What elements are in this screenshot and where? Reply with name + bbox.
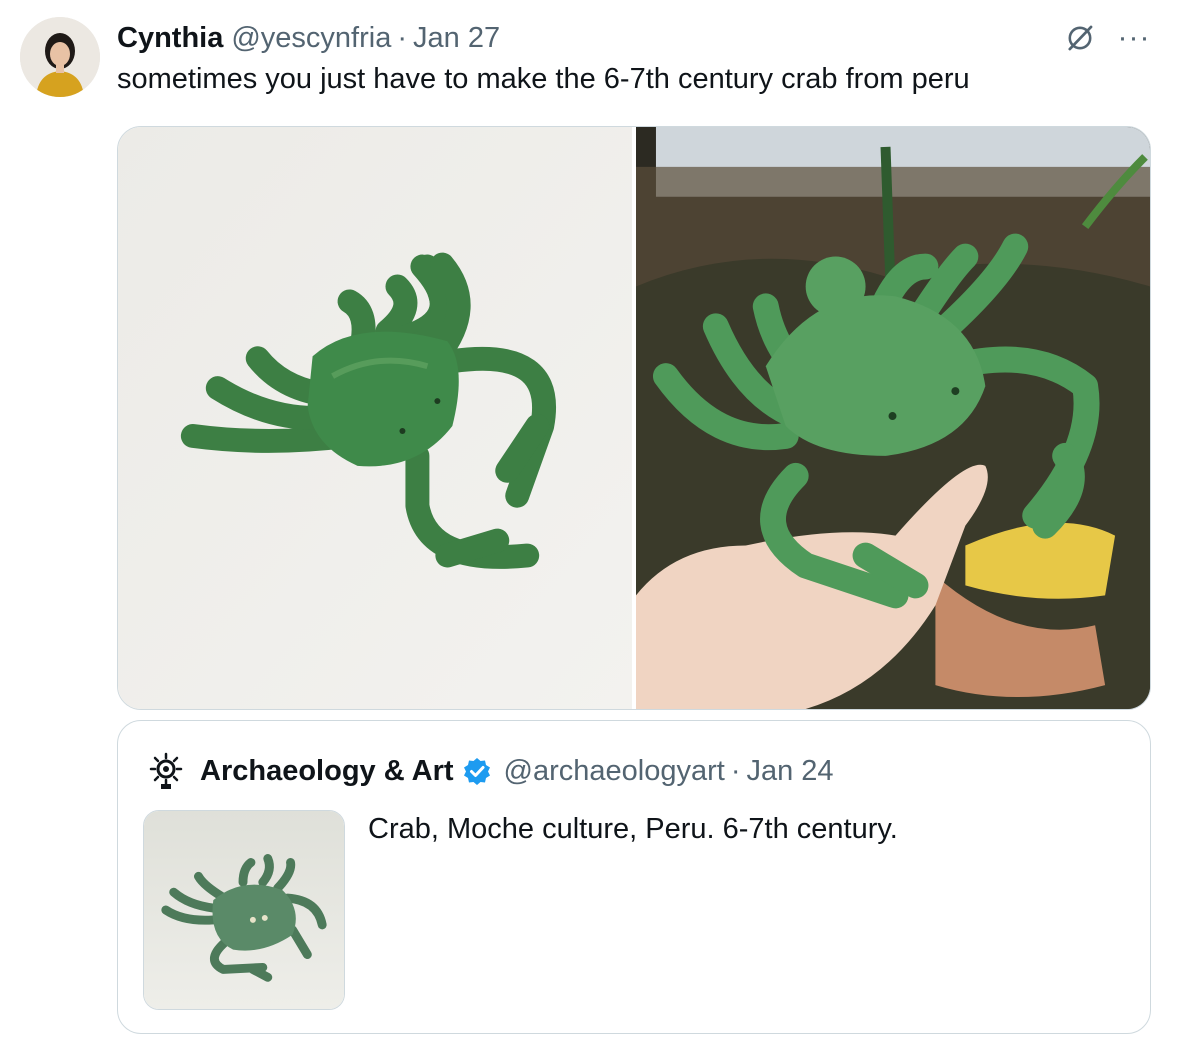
- sun-emblem-logo[interactable]: [146, 751, 186, 791]
- quoted-author-handle[interactable]: @archaeologyart: [504, 755, 725, 788]
- quoted-author-name[interactable]: Archaeology & Art: [200, 755, 454, 788]
- quoted-media-thumbnail[interactable]: [143, 810, 345, 1010]
- grok-icon[interactable]: [1060, 18, 1100, 58]
- avatar[interactable]: [20, 17, 100, 97]
- avatar-photo: [20, 17, 100, 97]
- quoted-tweet-date[interactable]: Jan 24: [746, 755, 833, 788]
- media-photo-2[interactable]: [636, 127, 1150, 709]
- tweet-header: Cynthia @yescynfria · Jan 27: [117, 18, 1144, 58]
- verified-badge-icon: [462, 756, 492, 786]
- bronze-crab-artifact-photo: [144, 811, 344, 1009]
- author-name[interactable]: Cynthia: [117, 22, 223, 55]
- separator: ·: [397, 21, 407, 54]
- quoted-tweet[interactable]: Archaeology & Art @archaeologyart · Jan …: [117, 720, 1151, 1034]
- tweet-date[interactable]: Jan 27: [413, 22, 500, 55]
- tweet-text: sometimes you just have to make the 6-7t…: [117, 63, 970, 95]
- media-photo-1[interactable]: [118, 127, 632, 709]
- media-grid: [117, 126, 1151, 710]
- author-handle[interactable]: @yescynfria: [231, 22, 391, 55]
- green-clay-crab-on-white-photo: [118, 127, 632, 709]
- separator: ·: [730, 754, 741, 787]
- green-clay-crab-in-hand-photo: [636, 127, 1150, 709]
- quoted-tweet-header: Archaeology & Art @archaeologyart · Jan …: [146, 751, 834, 791]
- more-options-icon[interactable]: ···: [1112, 18, 1156, 58]
- quoted-tweet-text: Crab, Moche culture, Peru. 6-7th century…: [368, 813, 898, 845]
